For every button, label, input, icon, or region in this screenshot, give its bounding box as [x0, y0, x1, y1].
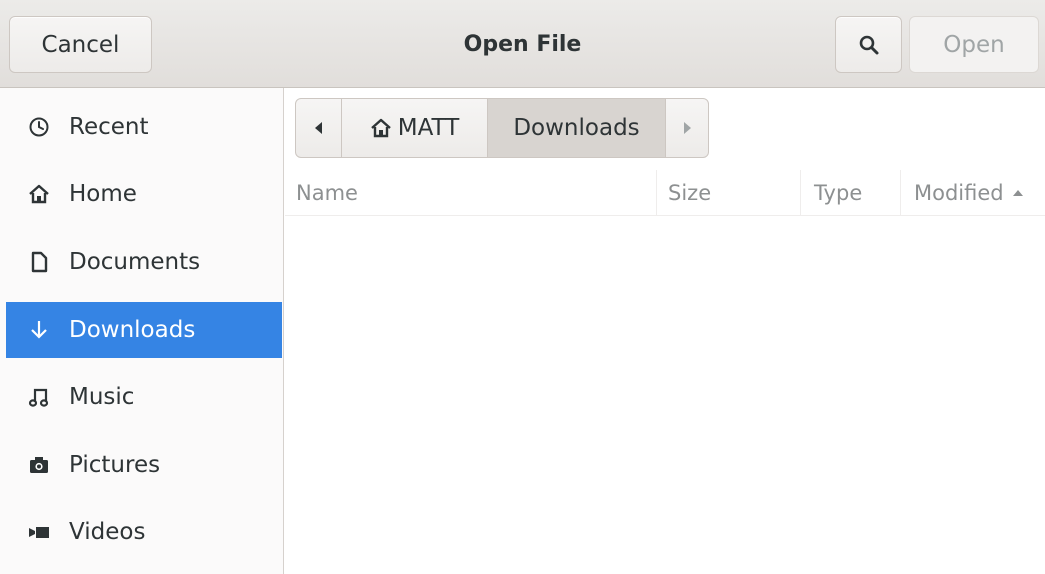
download-icon: [26, 317, 52, 343]
sidebar-item-documents[interactable]: Documents: [6, 234, 282, 290]
path-segment-home[interactable]: MATT: [342, 99, 488, 157]
sidebar-item-label: Videos: [69, 519, 146, 545]
file-chooser-dialog: Cancel Open File Open Recent Home Docume…: [0, 0, 1045, 574]
column-header-modified[interactable]: Modified: [900, 170, 1045, 215]
column-header-label: Name: [296, 180, 358, 205]
search-icon: [858, 34, 880, 56]
sidebar-item-label: Recent: [69, 114, 149, 140]
cancel-button[interactable]: Cancel: [9, 16, 152, 73]
sidebar-item-label: Home: [69, 181, 137, 207]
column-header-size[interactable]: Size: [656, 170, 800, 215]
header-bar: Cancel Open File Open: [0, 0, 1045, 88]
path-scroll-left-button[interactable]: [296, 99, 342, 157]
path-bar: MATT Downloads: [295, 98, 709, 158]
column-header-label: Type: [814, 180, 863, 205]
column-header-name[interactable]: Name: [296, 170, 656, 215]
sidebar-item-label: Pictures: [69, 452, 161, 478]
video-icon: [26, 519, 52, 545]
sidebar-item-home[interactable]: Home: [6, 166, 282, 222]
search-button[interactable]: [835, 16, 902, 73]
path-segment-downloads[interactable]: Downloads: [488, 99, 666, 157]
home-icon: [26, 181, 52, 207]
column-header-label: Modified: [914, 180, 1004, 205]
home-icon: [370, 117, 392, 139]
sort-ascending-icon: [1012, 189, 1024, 197]
sidebar-item-label: Documents: [69, 249, 201, 275]
open-button[interactable]: Open: [909, 16, 1039, 73]
column-header-label: Size: [668, 180, 712, 205]
chevron-left-icon: [314, 121, 324, 135]
sidebar-item-videos[interactable]: Videos: [6, 504, 282, 560]
sidebar-item-recent[interactable]: Recent: [6, 99, 282, 155]
chevron-right-icon: [682, 121, 692, 135]
clock-icon: [26, 114, 52, 140]
sidebar-item-label: Downloads: [69, 317, 196, 343]
places-sidebar: Recent Home Documents Downloads Music Pi…: [0, 88, 284, 574]
file-list[interactable]: [285, 216, 1045, 574]
sidebar-item-pictures[interactable]: Pictures: [6, 437, 282, 493]
sidebar-item-downloads[interactable]: Downloads: [6, 302, 282, 358]
column-header-type[interactable]: Type: [800, 170, 900, 215]
document-icon: [26, 249, 52, 275]
music-icon: [26, 384, 52, 410]
path-scroll-right-button[interactable]: [666, 99, 708, 157]
sidebar-item-music[interactable]: Music: [6, 369, 282, 425]
sidebar-item-label: Music: [69, 384, 135, 410]
camera-icon: [26, 452, 52, 478]
path-segment-label: Downloads: [513, 115, 640, 141]
path-segment-label: MATT: [397, 115, 460, 141]
